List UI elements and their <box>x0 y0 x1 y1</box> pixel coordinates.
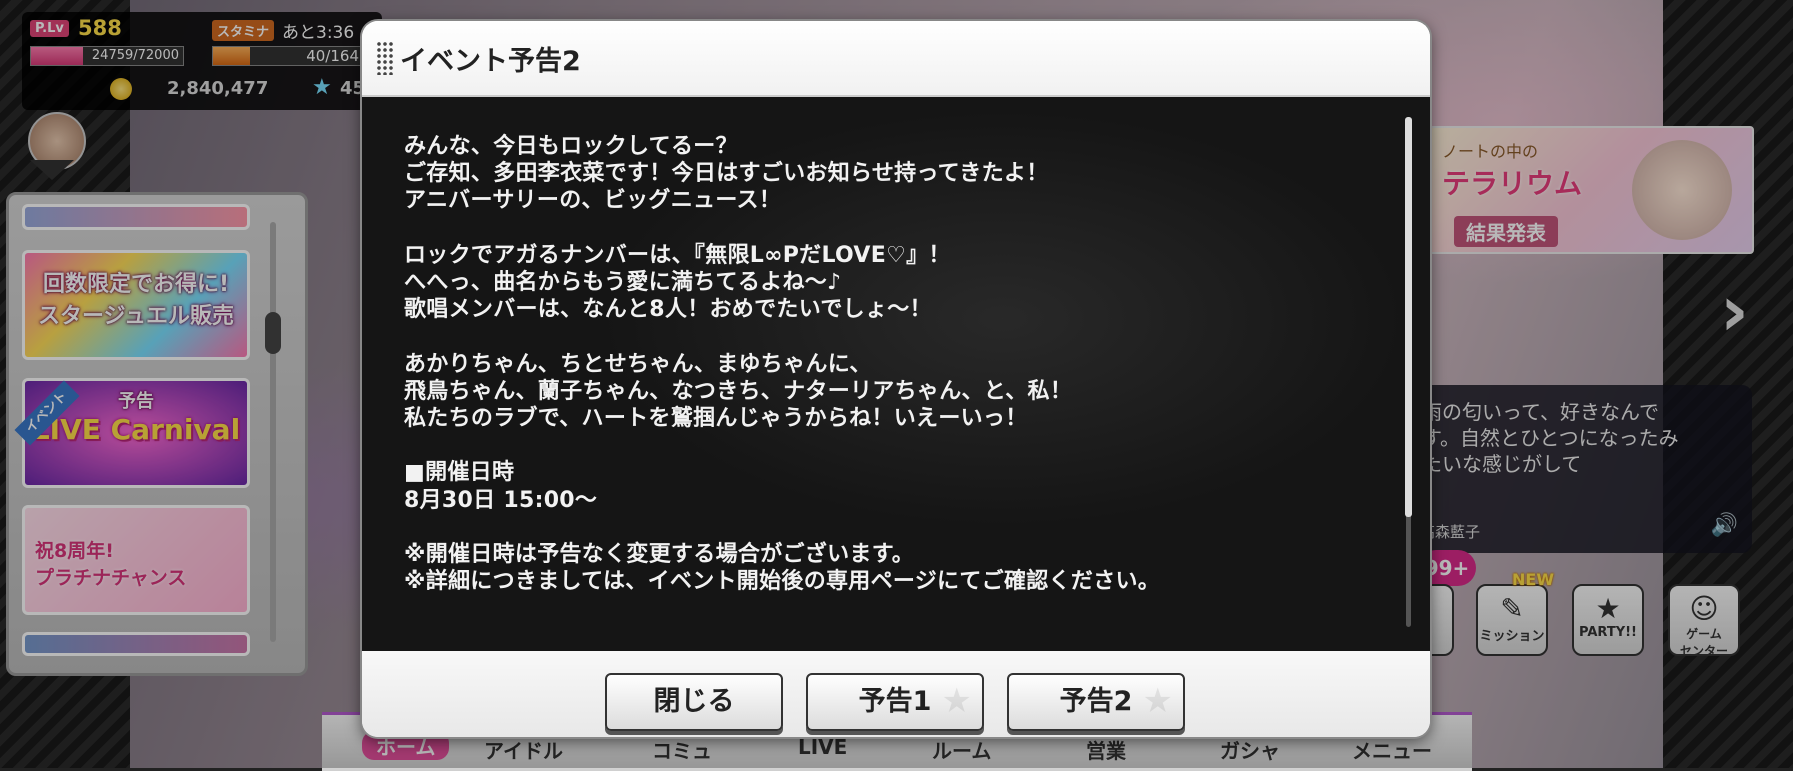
modal-body[interactable]: みんな、今日もロックしてるー？ ご存知、多田李衣菜です！今日はすごいお知らせ持っ… <box>362 97 1430 651</box>
preview-2-label: 予告2 <box>1059 686 1133 717</box>
star-icon: ★ <box>1142 681 1173 721</box>
close-button-label: 閉じる <box>653 686 735 717</box>
modal-title: イベント予告2 <box>400 46 581 77</box>
preview-2-button[interactable]: ★ 予告2 <box>1007 673 1185 731</box>
preview-1-label: 予告1 <box>858 686 932 717</box>
star-icon: ★ <box>941 681 972 721</box>
announcement-text: みんな、今日もロックしてるー？ ご存知、多田李衣菜です！今日はすごいお知らせ持っ… <box>404 134 1161 595</box>
grip-dots-icon <box>376 41 394 75</box>
event-preview-modal: イベント予告2 みんな、今日もロックしてるー？ ご存知、多田李衣菜です！今日はす… <box>362 21 1430 737</box>
preview-1-button[interactable]: ★ 予告1 <box>806 673 984 731</box>
close-button[interactable]: 閉じる <box>605 673 783 731</box>
modal-header: イベント予告2 <box>362 21 1430 97</box>
modal-footer: 閉じる ★ 予告1 ★ 予告2 <box>362 651 1430 737</box>
modal-scrollbar-thumb[interactable] <box>1405 117 1412 517</box>
